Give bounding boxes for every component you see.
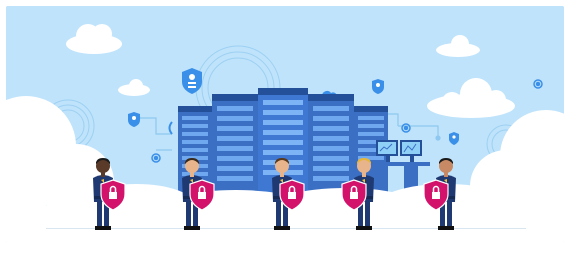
server-rack (212, 94, 258, 194)
security-illustration (6, 6, 564, 242)
server-rack (308, 94, 354, 194)
illustration-canvas (6, 6, 564, 242)
